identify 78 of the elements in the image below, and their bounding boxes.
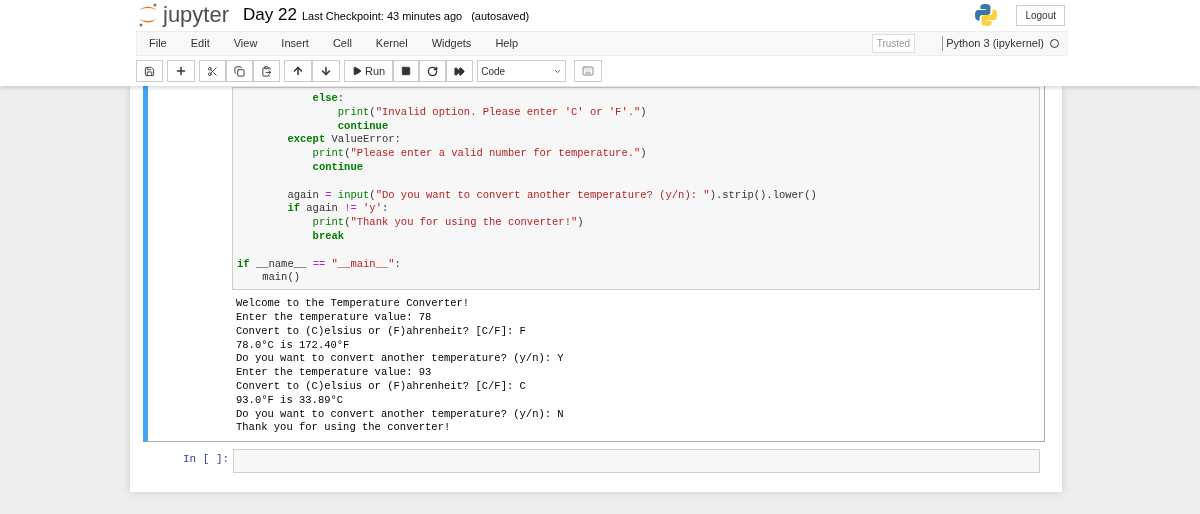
input-prompt: In [ ]: xyxy=(183,452,230,468)
code-token: main() xyxy=(261,271,300,284)
code-token: ( xyxy=(344,216,351,229)
code-token: continue xyxy=(311,161,364,173)
code-token: "Please enter a valid number for temperature." xyxy=(350,147,641,160)
output-line: Convert to (C)elsius or (F)ahrenheit? [C/F]: C xyxy=(236,379,527,394)
code-token: input xyxy=(336,188,370,201)
code-token: again xyxy=(286,188,320,201)
checkpoint-status: Last Checkpoint: 43 minutes ago xyxy=(301,9,463,25)
menu-item[interactable]: Kernel xyxy=(375,35,408,52)
code-token: __name__ xyxy=(254,257,308,270)
code-token: ( xyxy=(369,105,376,118)
code-token: "__main__" xyxy=(330,257,395,270)
code-token: print xyxy=(336,105,370,118)
output-line: Welcome to the Temperature Converter! xyxy=(236,297,471,311)
code-token: ) xyxy=(577,216,584,229)
menu-item[interactable]: Help xyxy=(495,35,518,52)
code-token: ).strip().lower() xyxy=(709,188,817,201)
code-token: print xyxy=(311,147,345,160)
code-token: : xyxy=(337,92,345,104)
code-token: : xyxy=(381,202,389,215)
output-line: Do you want to convert another temperature? (y/n): Y xyxy=(236,352,565,367)
code-token: again xyxy=(305,202,339,215)
code-token: if xyxy=(286,202,300,215)
code-token: ( xyxy=(369,188,376,201)
logout-button[interactable]: Logout xyxy=(1016,4,1065,26)
code-token: if xyxy=(237,257,250,270)
code-token: else xyxy=(311,92,338,104)
autosave-status: (autosaved) xyxy=(471,9,530,25)
fast-forward-icon[interactable] xyxy=(446,60,474,82)
output-line: Enter the temperature value: 78 xyxy=(236,310,433,325)
restart-icon[interactable] xyxy=(419,60,447,82)
jupyter-logo-icon xyxy=(137,2,159,28)
menu-item[interactable]: File xyxy=(149,35,167,52)
menu-item[interactable]: Cell xyxy=(332,35,352,52)
play-icon xyxy=(352,66,362,76)
output-line: Convert to (C)elsius or (F)ahrenheit? [C/F]: F xyxy=(236,324,527,339)
output-line: Thank you for using the converter! xyxy=(236,421,452,436)
jupyter-wordmark: jupyter xyxy=(163,4,230,26)
save-icon[interactable] xyxy=(136,60,163,82)
code-token: ) xyxy=(640,105,647,118)
menu-item[interactable]: Edit xyxy=(190,35,210,52)
python-logo-icon xyxy=(974,3,999,27)
arrow-up-icon[interactable] xyxy=(284,60,312,82)
code-token: break xyxy=(311,229,345,242)
code-token: ( xyxy=(344,147,351,160)
output-line: Do you want to convert another temperature? (y/n): N xyxy=(236,407,565,422)
code-token: ValueError: xyxy=(330,133,401,146)
code-token: print xyxy=(311,216,345,229)
code-token: continue xyxy=(336,119,389,132)
notebook-cell[interactable]: In [ ]: xyxy=(148,444,1045,479)
output-line: 93.0°F is 33.89°C xyxy=(236,393,345,408)
code-token: "Do you want to convert another temperature? (y/n): " xyxy=(375,188,710,201)
menu-item[interactable]: Insert xyxy=(281,35,309,52)
code-token: == xyxy=(312,257,326,270)
run-button[interactable]: Run xyxy=(344,60,394,82)
copy-icon[interactable] xyxy=(226,60,253,82)
code-token: != xyxy=(344,202,357,215)
code-token: "Thank you for using the converter!" xyxy=(350,216,578,229)
code-token: ) xyxy=(640,147,647,160)
menu-item[interactable]: Widgets xyxy=(431,35,472,52)
code-editor[interactable] xyxy=(232,87,1040,291)
arrow-down-icon[interactable] xyxy=(312,60,340,82)
notebook-name[interactable]: Day 22 xyxy=(243,2,297,28)
cut-icon[interactable] xyxy=(199,60,226,82)
menu-item[interactable]: View xyxy=(233,35,258,52)
code-token: except xyxy=(286,133,326,146)
output-line: 78.0°C is 172.40°F xyxy=(236,338,351,353)
stop-icon[interactable] xyxy=(393,60,420,82)
paste-icon[interactable] xyxy=(253,60,280,82)
code-token: "Invalid option. Please enter 'C' or 'F'." xyxy=(375,105,641,118)
add-icon[interactable] xyxy=(167,60,195,82)
kernel-name: Python 3 (ipykernel) xyxy=(946,36,1044,52)
cell-type-dropdown[interactable]: Code xyxy=(477,60,567,82)
code-token: = xyxy=(325,188,332,201)
code-token: : xyxy=(394,257,401,270)
code-token: 'y' xyxy=(362,202,382,215)
output-line: Enter the temperature value: 93 xyxy=(236,366,433,380)
